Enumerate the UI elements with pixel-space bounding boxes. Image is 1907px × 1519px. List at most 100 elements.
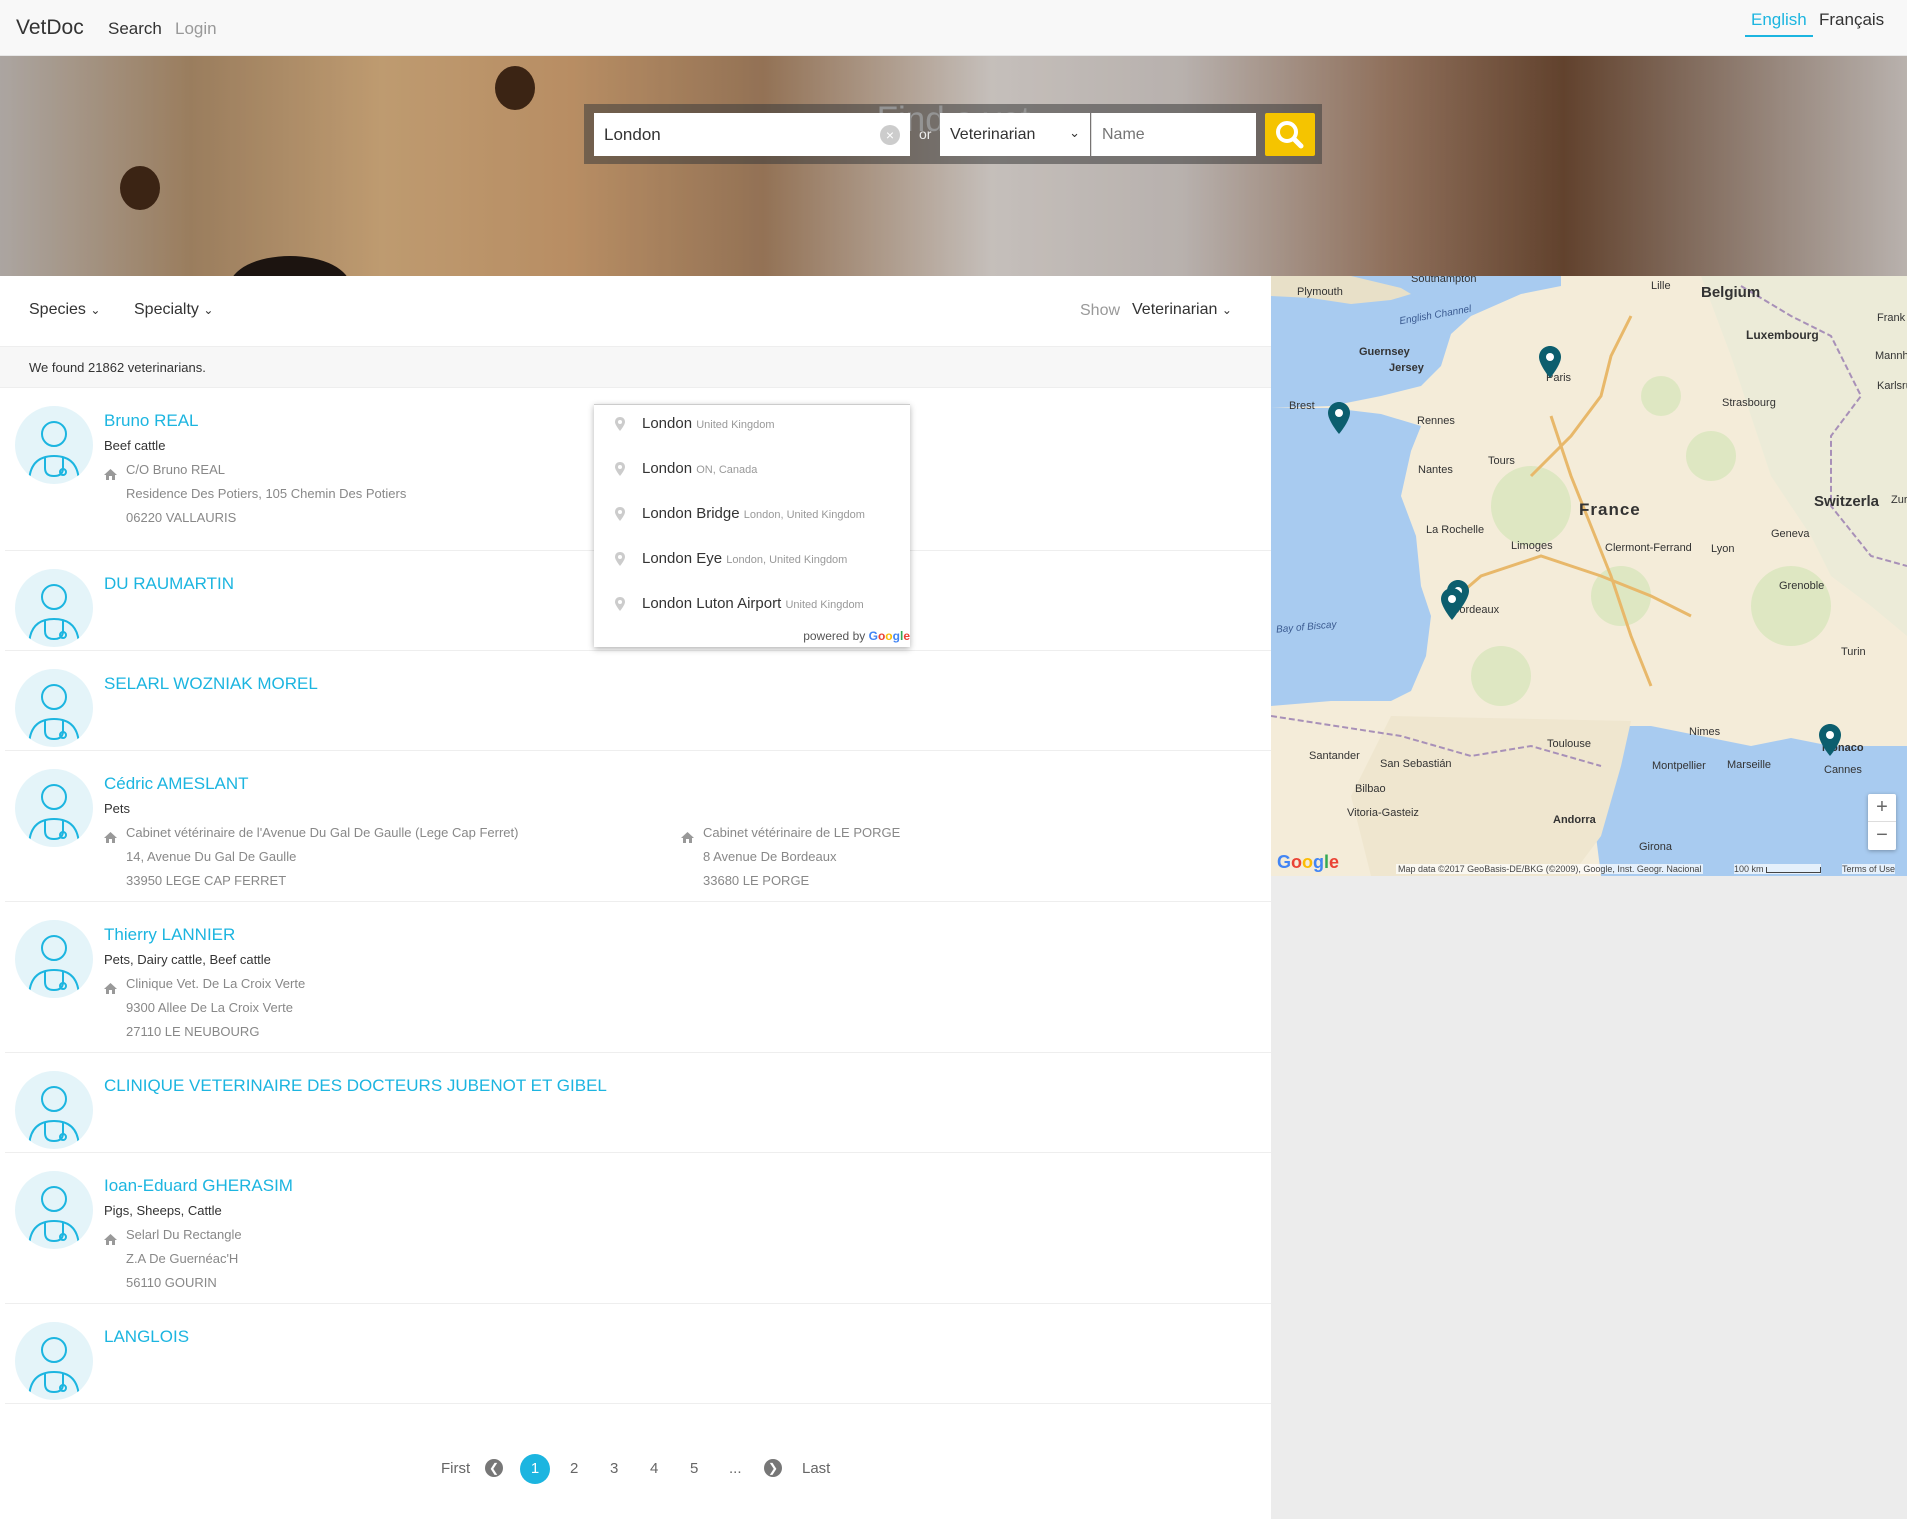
map-label: Brest [1289, 400, 1315, 412]
vet-name-link[interactable]: DU RAUMARTIN [104, 574, 234, 594]
chevron-down-icon: ⌄ [90, 303, 101, 317]
address-line: 14, Avenue Du Gal De Gaulle [126, 849, 297, 864]
page-last[interactable]: Last [802, 1460, 830, 1477]
chevron-down-icon: ⌄ [203, 303, 214, 317]
map-pin-icon [615, 507, 625, 526]
page-number[interactable]: 2 [570, 1460, 578, 1477]
autocomplete-secondary: United Kingdom [785, 599, 864, 611]
address-line: Cabinet vétérinaire de LE PORGE [703, 825, 901, 840]
autocomplete-item[interactable]: London Eye London, United Kingdom [594, 540, 910, 585]
species-filter[interactable]: Species ⌄ [29, 301, 100, 319]
vet-avatar-icon [15, 406, 93, 484]
autocomplete-item[interactable]: London Luton Airport United Kingdom [594, 585, 910, 630]
address-block: Selarl Du Rectangle Z.A De Guernéac'H 56… [104, 1223, 242, 1295]
hero-photo-dog-eye [120, 166, 160, 210]
filter-bar: Species ⌄ Specialty ⌄ Show Veterinarian … [0, 276, 1271, 347]
page-first[interactable]: First [441, 1460, 470, 1477]
map-label: Frank [1877, 312, 1906, 324]
autocomplete-main: London [642, 460, 693, 477]
address-line: C/O Bruno REAL [126, 462, 225, 477]
map-marker-icon[interactable] [1441, 588, 1463, 620]
autocomplete-item[interactable]: London Bridge London, United Kingdom [594, 495, 910, 540]
vet-name-link[interactable]: SELARL WOZNIAK MOREL [104, 674, 318, 694]
autocomplete-item[interactable]: London ON, Canada [594, 450, 910, 495]
address-line: 8 Avenue De Bordeaux [703, 849, 837, 864]
vet-name-link[interactable]: LANGLOIS [104, 1327, 189, 1347]
show-label: Show [1080, 302, 1121, 319]
map-label: Jersey [1389, 362, 1424, 374]
autocomplete-secondary: London, United Kingdom [743, 509, 865, 521]
map-label: Andorra [1553, 814, 1596, 826]
map-marker-icon[interactable] [1819, 724, 1841, 756]
autocomplete-secondary: ON, Canada [696, 464, 758, 476]
vet-avatar-icon [15, 669, 93, 747]
vet-name-link[interactable]: Thierry LANNIER [104, 925, 235, 945]
map-label: Mannhe [1875, 350, 1907, 362]
arrow-left-icon[interactable]: ❮ [485, 1459, 503, 1477]
vet-avatar-icon [15, 1171, 93, 1249]
map-label: Toulouse [1547, 738, 1592, 750]
search-bar: × or Veterinarian ⌄ [584, 104, 1322, 164]
vet-name-link[interactable]: Ioan-Eduard GHERASIM [104, 1176, 293, 1196]
map-label: Lille [1651, 280, 1671, 292]
map-scale: 100 km [1734, 864, 1822, 874]
powered-by-text: powered by [803, 629, 866, 643]
result-item: Thierry LANNIER Pets, Dairy cattle, Beef… [5, 902, 1271, 1053]
nav-search-link[interactable]: Search [108, 19, 162, 39]
zoom-in-button[interactable]: + [1868, 794, 1896, 822]
map-pin-icon [615, 417, 625, 436]
map-label: Tours [1488, 455, 1515, 467]
vet-name-link[interactable]: Cédric AMESLANT [104, 774, 249, 794]
map-label: Rennes [1417, 415, 1455, 427]
map-label: Geneva [1771, 528, 1810, 540]
hero-photo-dog-nose [230, 256, 350, 276]
page-number-active[interactable]: 1 [520, 1454, 550, 1484]
powered-by-google: powered by Google [803, 629, 910, 643]
address-line: Cabinet vétérinaire de l'Avenue Du Gal D… [126, 825, 519, 840]
result-item: SELARL WOZNIAK MOREL [5, 651, 1271, 751]
autocomplete-main: London Luton Airport [642, 595, 782, 612]
vet-name-link[interactable]: CLINIQUE VETERINAIRE DES DOCTEURS JUBENO… [104, 1076, 607, 1096]
map-label: Plymouth [1297, 286, 1343, 298]
vet-avatar-icon [15, 769, 93, 847]
clear-icon[interactable]: × [880, 125, 900, 145]
page-number[interactable]: 5 [690, 1460, 698, 1477]
zoom-out-button[interactable]: − [1868, 822, 1896, 850]
autocomplete-main: London Bridge [642, 505, 740, 522]
google-logo[interactable]: Google [1277, 852, 1339, 873]
search-button[interactable] [1265, 113, 1315, 156]
page-number[interactable]: 3 [610, 1460, 618, 1477]
map-label: Nantes [1418, 464, 1453, 476]
autocomplete-main: London Eye [642, 550, 723, 567]
map-label: San Sebastián [1380, 758, 1452, 770]
language-english[interactable]: English [1745, 10, 1813, 37]
show-filter[interactable]: Veterinarian ⌄ [1132, 301, 1232, 319]
map-marker-icon[interactable] [1328, 402, 1350, 434]
map-label: Karlsru [1877, 380, 1907, 392]
vet-name-link[interactable]: Bruno REAL [104, 411, 199, 431]
address-block: Cabinet vétérinaire de l'Avenue Du Gal D… [104, 821, 519, 893]
map[interactable]: Belgium Luxembourg France Switzerla Plym… [1271, 276, 1907, 876]
map-label: Switzerla [1814, 493, 1880, 510]
autocomplete-main: London [642, 415, 693, 432]
map-label: Cannes [1824, 764, 1862, 776]
specialty-filter[interactable]: Specialty ⌄ [134, 301, 213, 319]
autocomplete-item[interactable]: London United Kingdom [594, 405, 910, 450]
home-icon [104, 1229, 117, 1253]
location-input[interactable] [594, 113, 910, 156]
terms-link[interactable]: Terms of Use [1842, 864, 1896, 874]
vet-species: Pets [104, 801, 131, 816]
brand-logo[interactable]: VetDoc [16, 16, 84, 40]
arrow-right-icon[interactable]: ❯ [764, 1459, 782, 1477]
nav-login-link[interactable]: Login [175, 19, 217, 39]
address-line: Selarl Du Rectangle [126, 1227, 242, 1242]
map-label: Turin [1841, 646, 1866, 658]
name-input[interactable] [1091, 113, 1256, 156]
page-number[interactable]: 4 [650, 1460, 658, 1477]
address-block: Clinique Vet. De La Croix Verte 9300 All… [104, 972, 305, 1044]
address-line: 06220 VALLAURIS [126, 510, 237, 525]
language-french[interactable]: Français [1819, 10, 1884, 30]
map-marker-icon[interactable] [1539, 346, 1561, 378]
type-select[interactable]: Veterinarian ⌄ [940, 113, 1090, 156]
home-icon [104, 464, 117, 488]
